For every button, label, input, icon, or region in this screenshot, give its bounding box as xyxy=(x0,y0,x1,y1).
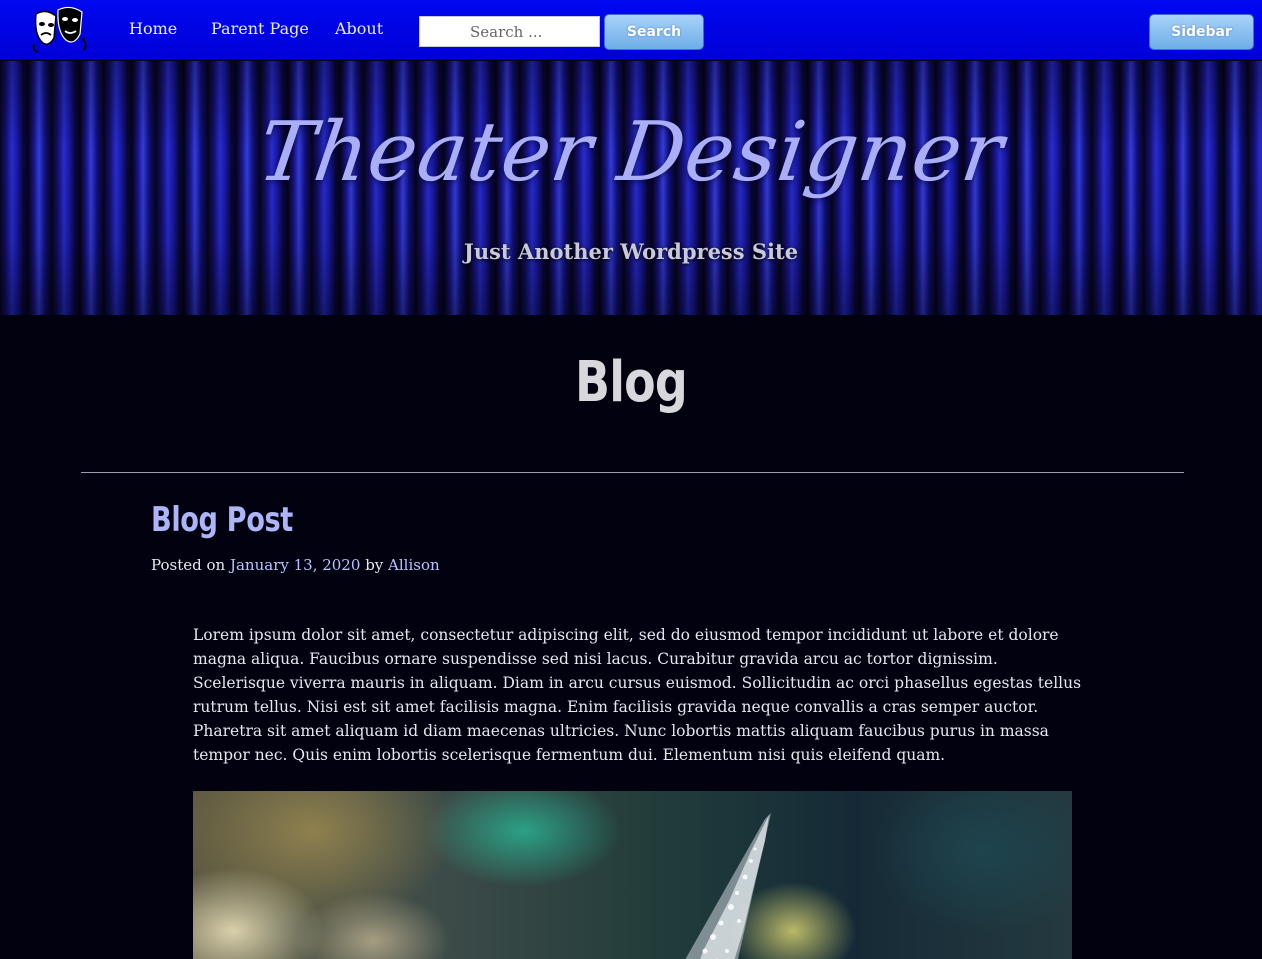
header-hero-curtain: Theater Designer Just Another Wordpress … xyxy=(0,61,1262,315)
post-body-text: Lorem ipsum dolor sit amet, consectetur … xyxy=(193,626,1082,764)
theater-masks-logo-icon[interactable] xyxy=(30,4,90,56)
posted-on-label: Posted on xyxy=(151,556,226,574)
post-title-link[interactable]: Blog Post xyxy=(151,500,293,540)
nav-home-link[interactable]: Home xyxy=(129,19,177,38)
page-title: Blog xyxy=(575,350,688,415)
crystal-spire-decoration xyxy=(685,813,771,959)
title-divider xyxy=(81,472,1184,473)
post-meta: Posted on January 13, 2020 by Allison xyxy=(151,556,440,574)
search-input[interactable] xyxy=(419,16,600,47)
search-button[interactable]: Search xyxy=(604,14,704,50)
top-navbar: Home Parent Page About Search Sidebar xyxy=(0,0,1262,60)
site-tagline: Just Another Wordpress Site xyxy=(463,239,799,264)
post-featured-image xyxy=(193,791,1072,959)
nav-parent-page-link[interactable]: Parent Page xyxy=(211,19,309,38)
by-label: by xyxy=(365,556,384,574)
post-author-link[interactable]: Allison xyxy=(388,556,440,574)
sidebar-toggle-button[interactable]: Sidebar xyxy=(1149,14,1254,50)
site-title[interactable]: Theater Designer xyxy=(0,105,1262,200)
nav-about-link[interactable]: About xyxy=(335,19,383,38)
post-date-link[interactable]: January 13, 2020 xyxy=(230,556,360,574)
